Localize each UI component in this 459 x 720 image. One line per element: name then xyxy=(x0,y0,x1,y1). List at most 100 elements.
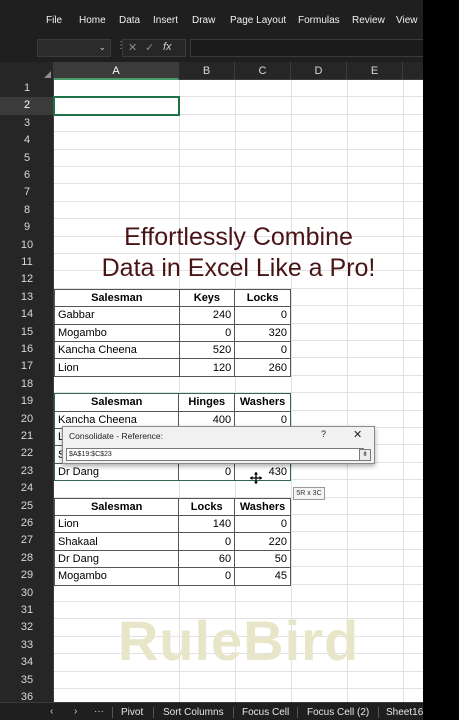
row-header-17[interactable]: 17 xyxy=(0,358,54,375)
cell[interactable]: 60 xyxy=(178,549,236,569)
cell[interactable]: Lion xyxy=(54,358,180,377)
row-header-21[interactable]: 21 xyxy=(0,428,54,445)
menu-file[interactable]: File xyxy=(46,15,62,26)
row-header-11[interactable]: 11 xyxy=(0,254,54,271)
formula-input[interactable] xyxy=(190,39,423,57)
header-locks[interactable]: Locks xyxy=(178,497,236,516)
chevron-down-icon[interactable]: ⌄ xyxy=(98,42,106,53)
cell[interactable]: Mogambo xyxy=(54,323,180,342)
cell[interactable]: 140 xyxy=(178,514,236,534)
row-header-3[interactable]: 3 xyxy=(0,115,54,132)
row-header-6[interactable]: 6 xyxy=(0,167,54,184)
row-header-16[interactable]: 16 xyxy=(0,341,54,358)
cell[interactable]: Shakaal xyxy=(53,532,180,551)
cell[interactable]: Gabbar xyxy=(54,306,180,325)
cell[interactable]: Kancha Cheena xyxy=(54,340,180,360)
row-header-26[interactable]: 26 xyxy=(0,515,54,532)
row-header-19[interactable]: 19 xyxy=(0,393,54,410)
cell[interactable]: 220 xyxy=(234,532,291,551)
row-header-1[interactable]: 1 xyxy=(0,80,54,97)
select-all-button[interactable] xyxy=(0,62,54,80)
cell[interactable]: 0 xyxy=(178,567,236,586)
more-sheets-icon[interactable]: ··· xyxy=(94,706,104,717)
header-salesman[interactable]: Salesman xyxy=(54,288,180,308)
row-header-8[interactable]: 8 xyxy=(0,202,54,219)
menu-formulas[interactable]: Formulas xyxy=(298,15,340,26)
cell[interactable]: 45 xyxy=(234,567,291,586)
row-header-13[interactable]: 13 xyxy=(0,289,54,306)
header-locks[interactable]: Locks xyxy=(234,288,291,308)
menu-home[interactable]: Home xyxy=(79,15,106,26)
header-salesman[interactable]: Salesman xyxy=(53,497,180,516)
cell[interactable]: Dr Dang xyxy=(53,549,180,569)
column-header-d[interactable]: D xyxy=(291,62,347,80)
menu-insert[interactable]: Insert xyxy=(153,15,178,26)
cell[interactable]: 50 xyxy=(234,549,291,569)
cell[interactable]: 0 xyxy=(178,323,236,342)
tab-focus-cell-2[interactable]: Focus Cell (2) xyxy=(307,707,369,718)
row-header-14[interactable]: 14 xyxy=(0,306,54,323)
active-cell[interactable] xyxy=(53,96,180,116)
row-header-5[interactable]: 5 xyxy=(0,150,54,167)
menu-draw[interactable]: Draw xyxy=(192,15,215,26)
menu-view[interactable]: View xyxy=(396,15,418,26)
cell[interactable]: 260 xyxy=(234,358,291,377)
tab-pivot[interactable]: Pivot xyxy=(121,707,143,718)
header-keys[interactable]: Keys xyxy=(178,288,236,308)
cell[interactable]: 520 xyxy=(178,340,236,360)
row-header-12[interactable]: 12 xyxy=(0,271,54,288)
prev-sheet-icon[interactable]: ‹ xyxy=(50,706,53,717)
row-header-2[interactable]: 2 xyxy=(0,97,54,115)
column-header-e[interactable]: E xyxy=(347,62,403,80)
row-header-34[interactable]: 34 xyxy=(0,654,54,671)
row-header-15[interactable]: 15 xyxy=(0,324,54,341)
next-sheet-icon[interactable]: › xyxy=(74,706,77,717)
row-header-35[interactable]: 35 xyxy=(0,672,54,689)
cell[interactable]: 430 xyxy=(234,462,291,482)
column-header-a[interactable]: A xyxy=(54,62,179,80)
row-header-23[interactable]: 23 xyxy=(0,463,54,480)
cell[interactable]: 0 xyxy=(234,340,291,360)
row-header-7[interactable]: 7 xyxy=(0,184,54,201)
row-header-18[interactable]: 18 xyxy=(0,376,54,393)
row-header-28[interactable]: 28 xyxy=(0,550,54,567)
row-header-25[interactable]: 25 xyxy=(0,498,54,515)
tab-focus-cell[interactable]: Focus Cell xyxy=(242,707,289,718)
row-header-27[interactable]: 27 xyxy=(0,532,54,549)
tab-sort-columns[interactable]: Sort Columns xyxy=(163,707,224,718)
column-header-b[interactable]: B xyxy=(179,62,235,80)
cell[interactable]: 120 xyxy=(178,358,236,377)
column-header-c[interactable]: C xyxy=(235,62,291,80)
row-header-24[interactable]: 24 xyxy=(0,480,54,497)
row-header-10[interactable]: 10 xyxy=(0,237,54,254)
worksheet-grid[interactable]: 1 2 3 4 5 6 7 8 9 10 11 12 13 14 15 16 17 18 19 20 21 22 23 24 2… xyxy=(0,80,423,702)
row-header-36[interactable]: 36 xyxy=(0,689,54,702)
cell[interactable]: 0 xyxy=(178,462,236,482)
cell[interactable]: 320 xyxy=(234,323,291,342)
tab-sheet16[interactable]: Sheet16 xyxy=(386,707,423,718)
row-header-29[interactable]: 29 xyxy=(0,567,54,584)
header-salesman[interactable]: Salesman xyxy=(53,393,180,412)
reference-input[interactable]: $A$19:$C$23 xyxy=(66,448,364,461)
row-header-9[interactable]: 9 xyxy=(0,219,54,236)
cell[interactable]: 0 xyxy=(178,532,236,551)
row-header-32[interactable]: 32 xyxy=(0,619,54,636)
header-washers[interactable]: Washers xyxy=(234,393,291,412)
cell[interactable]: 0 xyxy=(234,306,291,325)
row-header-31[interactable]: 31 xyxy=(0,602,54,619)
header-hinges[interactable]: Hinges xyxy=(178,393,236,412)
row-header-33[interactable]: 33 xyxy=(0,637,54,654)
row-header-20[interactable]: 20 xyxy=(0,411,54,428)
row-header-4[interactable]: 4 xyxy=(0,132,54,149)
cell[interactable]: 240 xyxy=(178,306,236,325)
menu-data[interactable]: Data xyxy=(119,15,140,26)
cancel-icon[interactable]: ✕ xyxy=(128,41,137,54)
cell[interactable]: Lion xyxy=(53,514,180,534)
insert-function-icon[interactable]: fx xyxy=(163,41,172,53)
row-header-30[interactable]: 30 xyxy=(0,585,54,602)
header-washers[interactable]: Washers xyxy=(234,497,291,516)
close-button[interactable]: ✕ xyxy=(353,428,362,441)
row-header-22[interactable]: 22 xyxy=(0,445,54,462)
name-box[interactable]: ⌄ xyxy=(37,39,111,57)
menu-review[interactable]: Review xyxy=(352,15,385,26)
